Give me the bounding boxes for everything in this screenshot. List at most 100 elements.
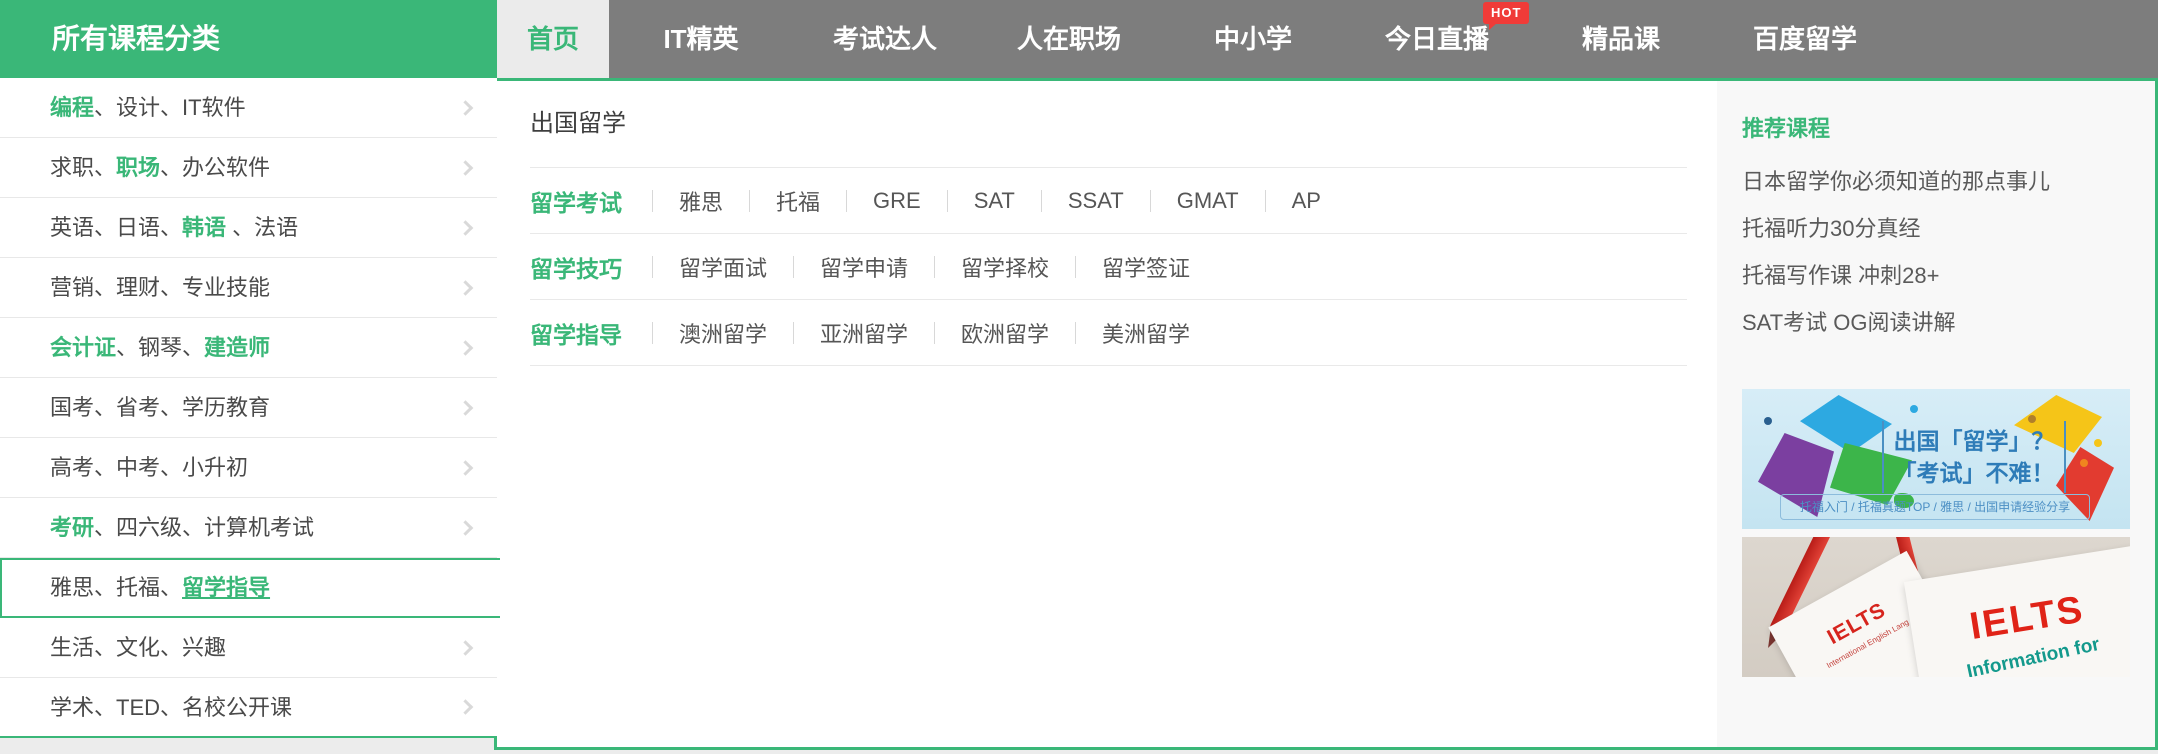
tab-label: 百度留学 xyxy=(1753,24,1857,54)
category-link[interactable]: 留学择校 xyxy=(935,251,1075,283)
tab-人在职场[interactable]: 人在职场 xyxy=(977,0,1161,78)
sidebar-item[interactable]: 求职、职场、办公软件 xyxy=(0,138,497,198)
flyout-panel: 出国留学 留学考试雅思托福GRESATSSATGMATAP 留学技巧留学面试留学申… xyxy=(494,78,2158,750)
map-marker-dot xyxy=(1910,405,1918,413)
tab-考试达人[interactable]: 考试达人 xyxy=(793,0,977,78)
category-link[interactable]: SSAT xyxy=(1042,188,1150,214)
chevron-right-icon xyxy=(458,699,474,715)
sidebar-item-label: 高考、中考、小升初 xyxy=(50,455,248,480)
sidebar-item-label: 生活、文化、兴趣 xyxy=(50,635,226,660)
sidebar-item-label: 国考、省考、学历教育 xyxy=(50,395,270,420)
chevron-right-icon xyxy=(458,400,474,416)
sidebar-item-label: 考研 xyxy=(50,515,94,540)
tab-IT精英[interactable]: IT精英 xyxy=(609,0,793,78)
tab-label: 今日直播 xyxy=(1385,24,1489,54)
chevron-right-icon xyxy=(458,100,474,116)
banner-slogan: 出国「留学」？ 「考试」不难！ xyxy=(1882,421,2066,493)
sidebar-item-label: 雅思、托福、 xyxy=(50,575,182,600)
panel-title: 出国留学 xyxy=(530,107,1687,141)
category-link[interactable]: 雅思 xyxy=(653,185,749,217)
tab-label: 中小学 xyxy=(1214,24,1292,54)
sidebar-item-label: 职场 xyxy=(116,155,160,180)
map-marker-dot xyxy=(2094,439,2102,447)
tab-label: 考试达人 xyxy=(833,24,937,54)
chevron-right-icon xyxy=(458,160,474,176)
sidebar-item[interactable]: 生活、文化、兴趣 xyxy=(0,618,497,678)
recommended-course-link[interactable]: 托福听力30分真经 xyxy=(1742,216,2155,242)
category-link[interactable]: AP xyxy=(1266,188,1347,214)
panel-rows: 留学考试雅思托福GRESATSSATGMATAP 留学技巧留学面试留学申请留学择校… xyxy=(530,167,1687,366)
tab-今日直播[interactable]: 今日直播HOT xyxy=(1345,0,1529,78)
flyout-main: 出国留学 留学考试雅思托福GRESATSSATGMATAP 留学技巧留学面试留学申… xyxy=(497,81,1717,747)
sidebar-item[interactable]: 高考、中考、小升初 xyxy=(0,438,497,498)
sidebar-item-label: 、法语 xyxy=(226,215,298,240)
top-nav: 首页 IT精英 考试达人 人在职场 中小学 今日直播HOT精品课 百度留学 xyxy=(497,0,2158,78)
tab-label: 人在职场 xyxy=(1017,24,1121,54)
sidebar-item-label: 英语、日语、 xyxy=(50,215,182,240)
chevron-right-icon xyxy=(458,520,474,536)
category-row: 留学指导澳洲留学亚洲留学欧洲留学美洲留学 xyxy=(530,300,1687,366)
page: 所有课程分类 编程、设计、IT软件求职、职场、办公软件英语、日语、韩语 、法语营… xyxy=(0,0,2158,754)
sidebar-item[interactable]: 编程、设计、IT软件 xyxy=(0,78,497,138)
chevron-right-icon xyxy=(458,280,474,296)
sidebar-item[interactable]: 营销、理财、专业技能 xyxy=(0,258,497,318)
chevron-right-icon xyxy=(458,220,474,236)
study-abroad-banner[interactable]: 出国「留学」？ 「考试」不难！ 托福入门 / 托福真题TOP / 雅思 / 出国… xyxy=(1742,389,2130,529)
category-link[interactable]: 亚洲留学 xyxy=(794,317,934,349)
sidebar-item-label: 、钢琴、 xyxy=(116,335,204,360)
category-link[interactable]: 美洲留学 xyxy=(1076,317,1216,349)
category-row-label: 留学技巧 xyxy=(530,250,622,284)
category-row: 留学技巧留学面试留学申请留学择校留学签证 xyxy=(530,234,1687,300)
sidebar-header: 所有课程分类 xyxy=(0,0,497,78)
sidebar-item[interactable]: 国考、省考、学历教育 xyxy=(0,378,497,438)
category-link[interactable]: SAT xyxy=(948,188,1041,214)
category-row-label: 留学考试 xyxy=(530,184,622,218)
sidebar-item-label: 、四六级、计算机考试 xyxy=(94,515,314,540)
category-link[interactable]: GMAT xyxy=(1151,188,1265,214)
sidebar-item-label: 求职、 xyxy=(50,155,116,180)
map-marker-dot xyxy=(1764,417,1772,425)
recommend-column: 推荐课程 日本留学你必须知道的那点事儿托福听力30分真经托福写作课 冲刺28+ S… xyxy=(1717,81,2155,747)
recommended-course-link[interactable]: 日本留学你必须知道的那点事儿 xyxy=(1742,169,2155,195)
sidebar-item-label: 建造师 xyxy=(204,335,270,360)
tab-label: 首页 xyxy=(527,24,579,54)
category-link[interactable]: 托福 xyxy=(750,185,846,217)
recommended-course-link[interactable]: 托福写作课 冲刺28+ xyxy=(1742,263,2155,289)
category-link[interactable]: 欧洲留学 xyxy=(935,317,1075,349)
sidebar-item-label: 会计证 xyxy=(50,335,116,360)
category-link[interactable]: GRE xyxy=(847,188,947,214)
category-link[interactable]: 留学面试 xyxy=(653,251,793,283)
chevron-right-icon xyxy=(458,340,474,356)
map-marker-dot xyxy=(2080,459,2088,467)
category-link[interactable]: 留学签证 xyxy=(1076,251,1216,283)
chevron-right-icon xyxy=(458,640,474,656)
ielts-booklet-large: IELTS Information for xyxy=(1904,546,2130,677)
sidebar-item-label: 编程 xyxy=(50,95,94,120)
sidebar-item-label: 、设计、IT软件 xyxy=(94,95,246,120)
recommend-list: 日本留学你必须知道的那点事儿托福听力30分真经托福写作课 冲刺28+ SAT考试 … xyxy=(1742,169,2155,336)
tab-精品课[interactable]: 精品课 xyxy=(1529,0,1713,78)
tab-首页[interactable]: 首页 xyxy=(497,0,609,78)
tab-中小学[interactable]: 中小学 xyxy=(1161,0,1345,78)
chevron-right-icon xyxy=(458,460,474,476)
category-link[interactable]: 留学申请 xyxy=(794,251,934,283)
category-row-label: 留学指导 xyxy=(530,316,622,350)
sidebar-item[interactable]: 会计证、钢琴、建造师 xyxy=(0,318,497,378)
hot-badge: HOT xyxy=(1483,2,1529,24)
tab-label: IT精英 xyxy=(663,24,738,54)
recommend-heading: 推荐课程 xyxy=(1742,111,2155,143)
banner-slogan-line1: 出国「留学」？ xyxy=(1890,425,2058,457)
ielts-banner[interactable]: IELTS International English Lang IELTS I… xyxy=(1742,537,2130,677)
category-sidebar: 所有课程分类 编程、设计、IT软件求职、职场、办公软件英语、日语、韩语 、法语营… xyxy=(0,0,497,738)
banner-footer-links: 托福入门 / 托福真题TOP / 雅思 / 出国申请经验分享 xyxy=(1780,494,2090,520)
sidebar-item-label: 营销、理财、专业技能 xyxy=(50,275,270,300)
sidebar-item[interactable]: 英语、日语、韩语 、法语 xyxy=(0,198,497,258)
sidebar-item-label: 留学指导 xyxy=(182,575,270,600)
tab-百度留学[interactable]: 百度留学 xyxy=(1713,0,1897,78)
category-list: 编程、设计、IT软件求职、职场、办公软件英语、日语、韩语 、法语营销、理财、专业… xyxy=(0,78,497,738)
sidebar-item[interactable]: 学术、TED、名校公开课 xyxy=(0,678,497,738)
recommended-course-link[interactable]: SAT考试 OG阅读讲解 xyxy=(1742,310,2155,336)
sidebar-item-active[interactable]: 雅思、托福、留学指导 xyxy=(0,558,500,618)
sidebar-item[interactable]: 考研、四六级、计算机考试 xyxy=(0,498,497,558)
category-link[interactable]: 澳洲留学 xyxy=(653,317,793,349)
